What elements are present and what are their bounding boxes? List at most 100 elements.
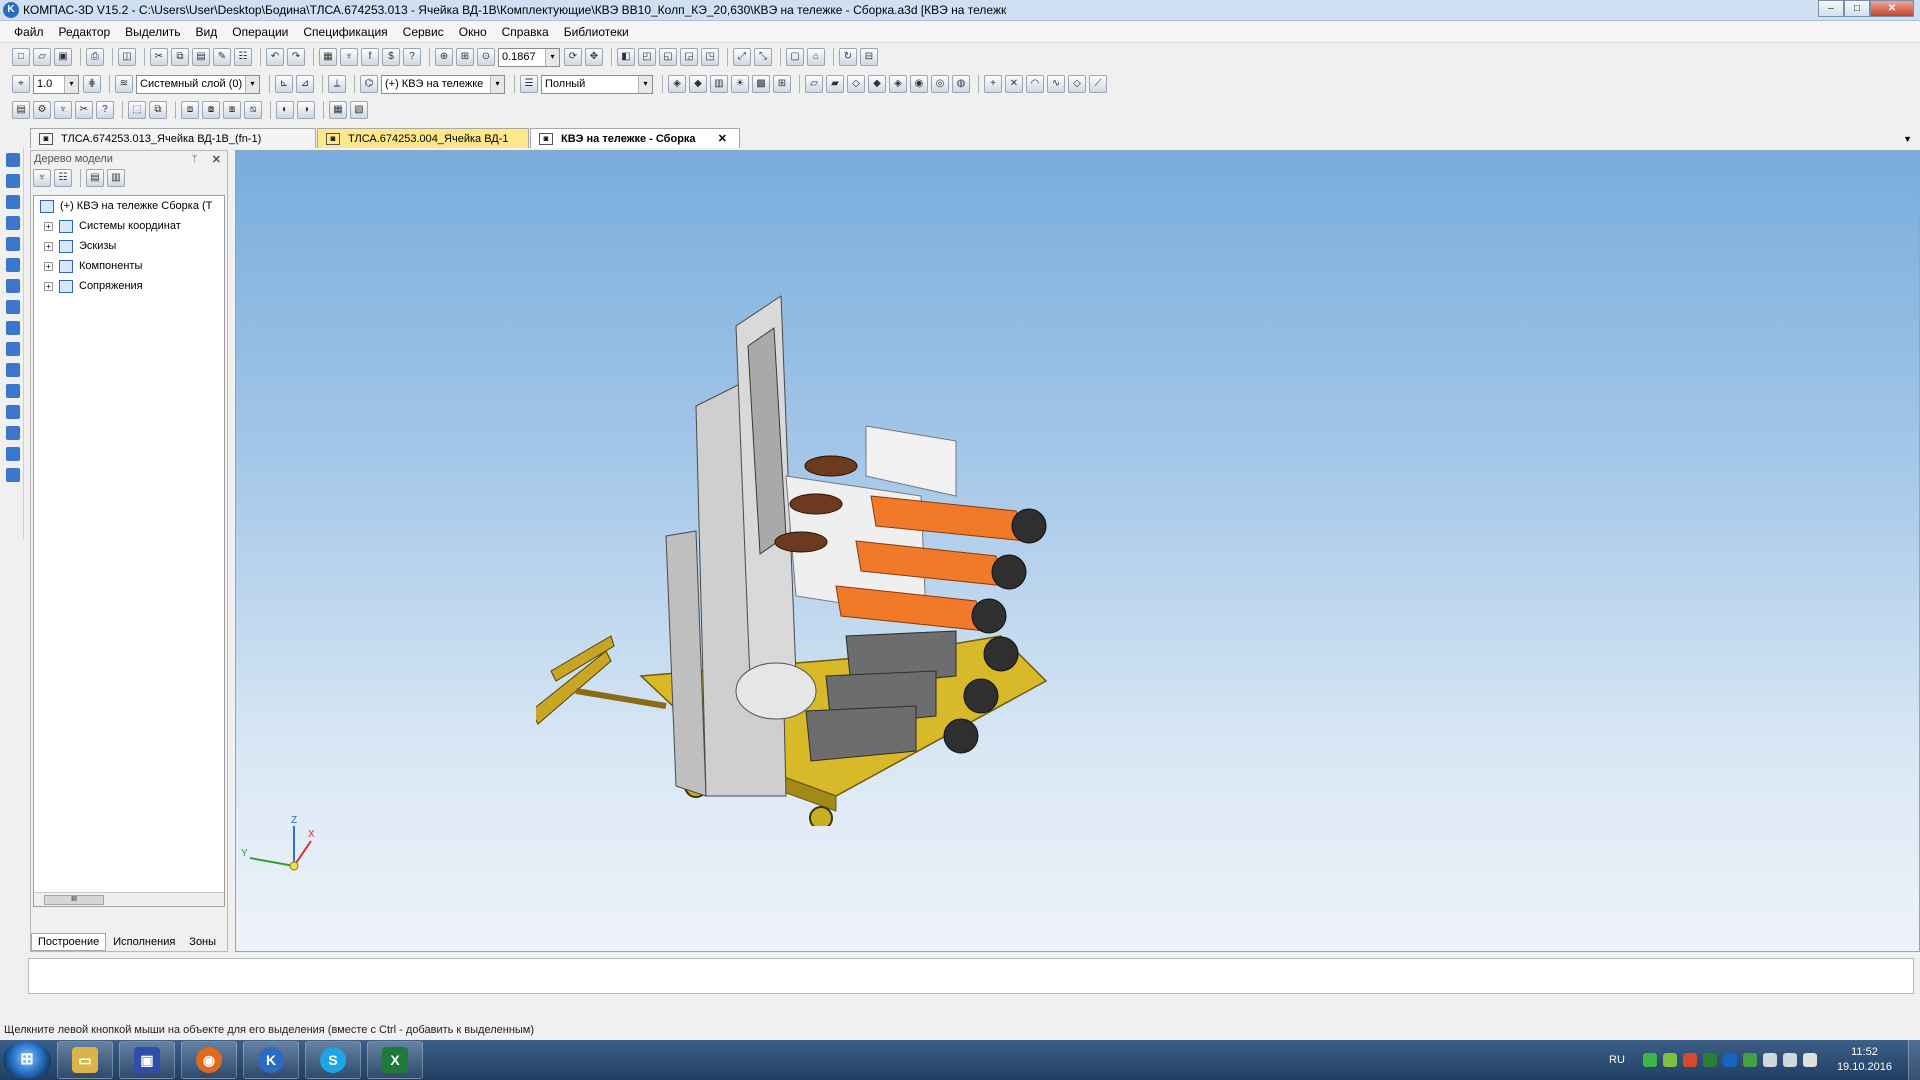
fasteners-icon[interactable]: ⚙ bbox=[33, 101, 51, 119]
tree-node-sketches[interactable]: + Эскизы bbox=[34, 236, 224, 256]
arrays-icon[interactable] bbox=[6, 216, 20, 230]
tab-zones[interactable]: Зоны bbox=[182, 933, 223, 951]
paste-icon[interactable]: ▤ bbox=[192, 48, 210, 66]
coordinate-system-icon[interactable]: ⊾ bbox=[275, 75, 293, 93]
pin-icon[interactable]: ᛘ bbox=[192, 154, 198, 165]
tree-structure-icon[interactable]: ♆ bbox=[33, 169, 51, 187]
view-wireframe-icon[interactable]: ◰ bbox=[638, 48, 656, 66]
zoom-scale-icon[interactable]: ⊙ bbox=[477, 48, 495, 66]
measure-icon[interactable]: ⊟ bbox=[860, 48, 878, 66]
lighting-icon[interactable]: ☀ bbox=[731, 75, 749, 93]
tree-node-coordinate-systems[interactable]: + Системы координат bbox=[34, 216, 224, 236]
tray-app-icon[interactable] bbox=[1702, 1053, 1717, 1067]
taskbar-kompas[interactable]: K bbox=[243, 1041, 299, 1079]
cut-icon[interactable]: ✂ bbox=[150, 48, 168, 66]
tree-node-components[interactable]: + Компоненты bbox=[34, 256, 224, 276]
menu-libraries[interactable]: Библиотеки bbox=[564, 25, 629, 39]
filters-icon[interactable] bbox=[6, 279, 20, 293]
design-icon[interactable] bbox=[6, 384, 20, 398]
insert-component-icon[interactable]: ⬚ bbox=[128, 101, 146, 119]
open-folder-icon[interactable]: ▱ bbox=[33, 48, 51, 66]
surfaces-icon[interactable] bbox=[6, 195, 20, 209]
help-icon[interactable]: ? bbox=[96, 101, 114, 119]
tab-kve-assembly[interactable]: ◙ КВЭ на тележке - Сборка ✕ bbox=[530, 128, 740, 148]
property-panel[interactable] bbox=[28, 958, 1914, 994]
step-combo[interactable]: 1.0 ▾ bbox=[33, 74, 79, 94]
hide-icon[interactable]: ◑ bbox=[297, 101, 315, 119]
tray-app-icon[interactable] bbox=[1742, 1053, 1757, 1067]
mate-icon[interactable]: ⧈ bbox=[181, 101, 199, 119]
zoom-fit-icon[interactable]: ⊕ bbox=[435, 48, 453, 66]
copy-icon[interactable]: ⧉ bbox=[171, 48, 189, 66]
close-tab-icon[interactable]: ✕ bbox=[718, 132, 727, 145]
filter-surfaces-icon[interactable]: ◇ bbox=[1068, 75, 1086, 93]
taskbar-skype[interactable]: S bbox=[305, 1041, 361, 1079]
mirror-icon[interactable]: ⧆ bbox=[223, 101, 241, 119]
expand-icon[interactable]: + bbox=[44, 281, 53, 291]
show-icon[interactable]: ◐ bbox=[276, 101, 294, 119]
reports-icon[interactable] bbox=[6, 321, 20, 335]
hierarchy-icon[interactable]: ♆ bbox=[54, 101, 72, 119]
elements-icon[interactable] bbox=[6, 342, 20, 356]
taskbar-explorer[interactable]: ▭ bbox=[57, 1041, 113, 1079]
format-painter-icon[interactable]: ✎ bbox=[213, 48, 231, 66]
taskbar-excel[interactable]: X bbox=[367, 1041, 423, 1079]
grid-snap-icon[interactable]: ⋕ bbox=[83, 75, 101, 93]
plane-8-icon[interactable]: ◍ bbox=[952, 75, 970, 93]
zoom-window-icon[interactable]: ⊞ bbox=[456, 48, 474, 66]
network-icon[interactable] bbox=[1762, 1053, 1777, 1067]
tray-app-icon[interactable] bbox=[1722, 1053, 1737, 1067]
scroll-thumb[interactable]: III bbox=[44, 895, 104, 905]
tree-view-mode-icon[interactable]: ☷ bbox=[54, 169, 72, 187]
plane-3-icon[interactable]: ◇ bbox=[847, 75, 865, 93]
snap-icon[interactable]: ⌖ bbox=[12, 75, 30, 93]
tree-node-mates[interactable]: + Сопряжения bbox=[34, 276, 224, 296]
undo-icon[interactable]: ↶ bbox=[266, 48, 284, 66]
properties-icon[interactable]: ☷ bbox=[234, 48, 252, 66]
menu-file[interactable]: Файл bbox=[14, 25, 44, 39]
report-icon[interactable]: ▧ bbox=[350, 101, 368, 119]
new-document-icon[interactable]: □ bbox=[12, 48, 30, 66]
print-icon[interactable]: ⎙ bbox=[86, 48, 104, 66]
expand-icon[interactable]: + bbox=[44, 221, 53, 231]
parts-icon[interactable]: ▢ bbox=[786, 48, 804, 66]
object-icon[interactable]: ▩ bbox=[752, 75, 770, 93]
menu-edit[interactable]: Редактор bbox=[59, 25, 111, 39]
colors-icon[interactable]: ◆ bbox=[689, 75, 707, 93]
plane-6-icon[interactable]: ◉ bbox=[910, 75, 928, 93]
plane-2-icon[interactable]: ▰ bbox=[826, 75, 844, 93]
tree-horizontal-scrollbar[interactable]: III bbox=[34, 892, 224, 906]
filter-icon[interactable]: ⌂ bbox=[807, 48, 825, 66]
clock[interactable]: 11:52 19.10.2016 bbox=[1837, 1045, 1892, 1075]
tree-icon[interactable]: ♆ bbox=[340, 48, 358, 66]
auxiliary-geometry-icon[interactable] bbox=[6, 237, 20, 251]
filter-arcs-icon[interactable]: ◠ bbox=[1026, 75, 1044, 93]
specification-icon[interactable] bbox=[6, 300, 20, 314]
plane-1-icon[interactable]: ▱ bbox=[805, 75, 823, 93]
grid-icon[interactable]: ⊞ bbox=[773, 75, 791, 93]
units-icon[interactable]: $ bbox=[382, 48, 400, 66]
menu-service[interactable]: Сервис bbox=[403, 25, 444, 39]
layer-icon[interactable]: ≋ bbox=[115, 75, 133, 93]
tab-cell-vd1v[interactable]: ◙ ТЛСА.674253.013_Ячейка ВД-1В_(fn-1) bbox=[30, 128, 316, 148]
local-cs-icon[interactable]: ⊿ bbox=[296, 75, 314, 93]
tree-properties-icon[interactable]: ▤ bbox=[86, 169, 104, 187]
tray-app-icon[interactable] bbox=[1682, 1053, 1697, 1067]
spatial-curves-icon[interactable] bbox=[6, 174, 20, 188]
save-icon[interactable]: ▣ bbox=[54, 48, 72, 66]
tab-build[interactable]: Построение bbox=[31, 933, 107, 951]
close-panel-icon[interactable]: ✕ bbox=[212, 153, 221, 166]
expand-icon[interactable]: + bbox=[44, 241, 53, 251]
menu-view[interactable]: Вид bbox=[196, 25, 218, 39]
pan-icon[interactable]: ✥ bbox=[585, 48, 603, 66]
taskbar-save-app[interactable]: ▣ bbox=[119, 1041, 175, 1079]
open-library-icon[interactable]: ▤ bbox=[12, 101, 30, 119]
component-combo[interactable]: (+) КВЭ на тележке ▾ bbox=[381, 74, 505, 94]
maximize-button[interactable]: □ bbox=[1844, 0, 1870, 17]
layer-combo[interactable]: Системный слой (0) ▾ bbox=[136, 74, 260, 94]
manager-icon[interactable]: ▦ bbox=[319, 48, 337, 66]
zoom-combo[interactable]: 0.1867 ▾ bbox=[498, 47, 560, 67]
volume-icon[interactable] bbox=[1782, 1053, 1797, 1067]
snapshot-icon[interactable]: ▥ bbox=[710, 75, 728, 93]
rotate-icon[interactable]: ⟳ bbox=[564, 48, 582, 66]
